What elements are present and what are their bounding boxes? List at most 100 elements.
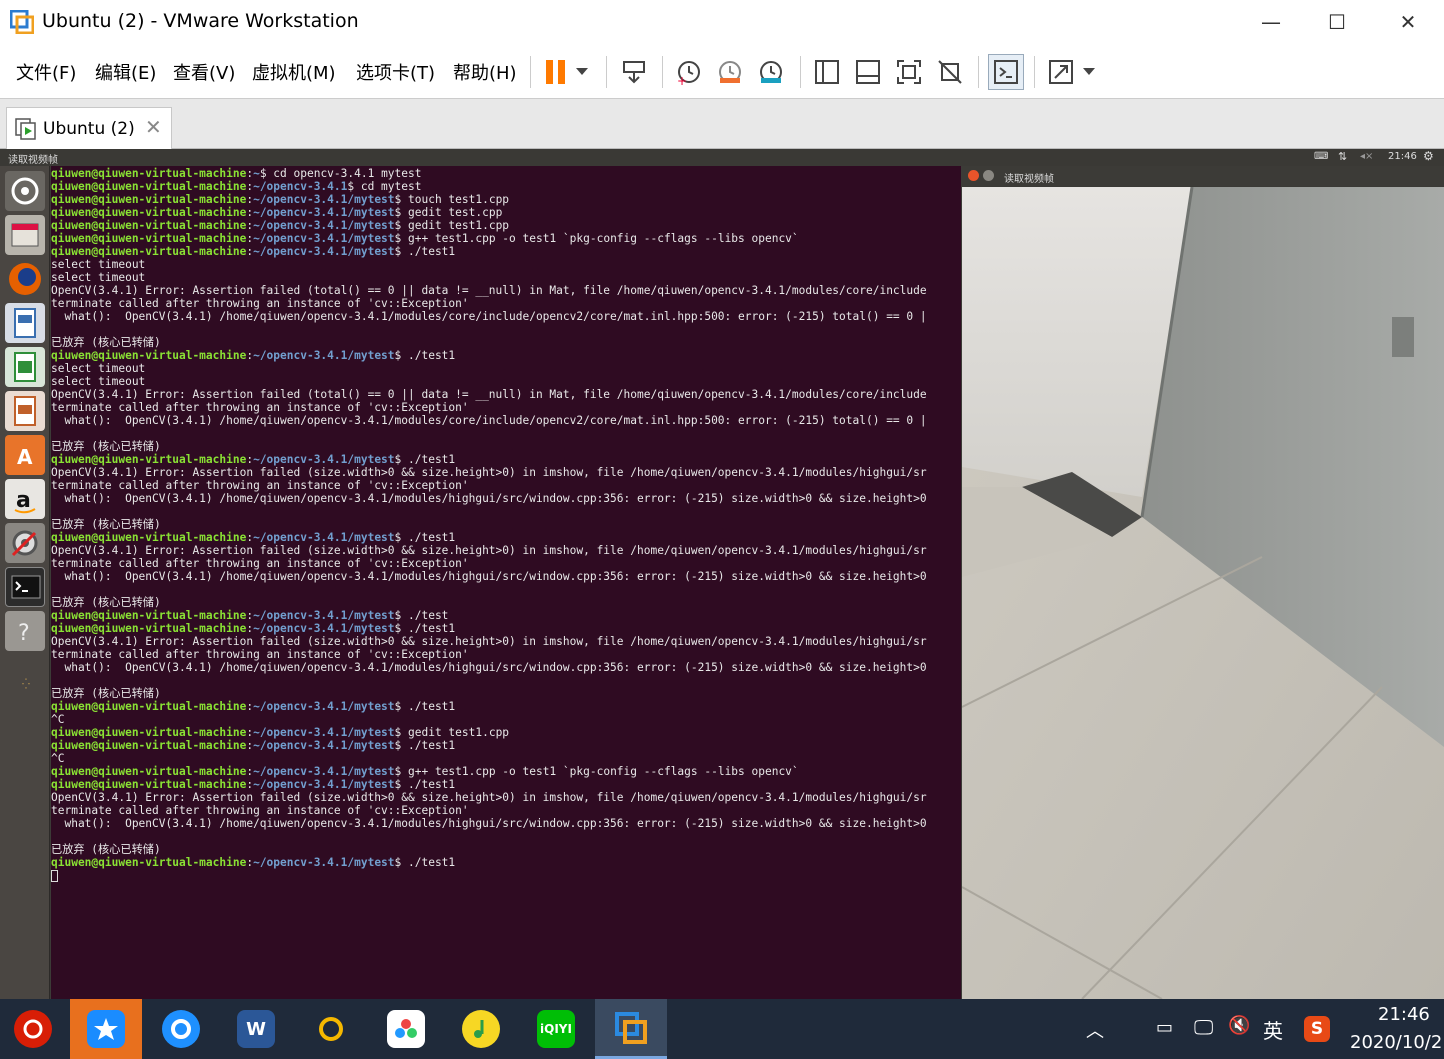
- pause-button[interactable]: [540, 56, 572, 88]
- star-app-icon: [87, 1010, 125, 1048]
- revert-clock-icon: [719, 61, 741, 83]
- unity-launcher: A a ? ⁛: [0, 166, 50, 999]
- toolbar-separator: [662, 56, 663, 88]
- pause-icon: [546, 60, 565, 84]
- snapshot-manager-icon: [760, 61, 782, 83]
- input-method-indicator[interactable]: 英: [1263, 1015, 1283, 1044]
- ubuntu-top-panel: 读取视频帧 ⌨ ⇅ ◂× 21:46 ⚙: [0, 149, 1444, 166]
- taskbar-baidu-netdisk[interactable]: [370, 999, 442, 1059]
- taskbar-word[interactable]: W: [220, 999, 292, 1059]
- power-dropdown-button[interactable]: [570, 56, 594, 88]
- show-library-button[interactable]: [811, 56, 843, 88]
- taskbar-yellow-app[interactable]: [295, 999, 367, 1059]
- amazon-icon[interactable]: a: [5, 479, 45, 519]
- show-hidden-icons-chevron[interactable]: ︿: [1086, 1017, 1104, 1043]
- qq-music-icon: [462, 1010, 500, 1048]
- network-monitor-icon[interactable]: 🖵: [1194, 1015, 1213, 1039]
- menu-vm[interactable]: 虚拟机(M): [252, 59, 336, 85]
- netease-music-icon: [14, 1010, 52, 1048]
- window-titlebar: Ubuntu (2) - VMware Workstation — ☐ ✕: [0, 0, 1444, 44]
- toolbar-separator: [800, 56, 801, 88]
- clock-text[interactable]: 21:46: [1388, 151, 1417, 162]
- library-panel-icon: [815, 60, 839, 84]
- vm-tabbar: Ubuntu (2) ✕: [0, 99, 1444, 149]
- video-window-titlebar: 读取视频帧: [962, 166, 1444, 186]
- revert-snapshot-button[interactable]: [714, 56, 746, 88]
- system-settings-icon[interactable]: [5, 523, 45, 563]
- taskbar-starred-app[interactable]: [70, 999, 142, 1059]
- window-close-icon[interactable]: [968, 170, 979, 181]
- terminal-icon[interactable]: [5, 567, 45, 607]
- window-title: Ubuntu (2) - VMware Workstation: [42, 10, 359, 32]
- files-manager-icon[interactable]: [5, 215, 45, 255]
- help-icon[interactable]: ?: [5, 611, 45, 651]
- terminal-output[interactable]: qiuwen@qiuwen-virtual-machine:~$ cd open…: [51, 166, 961, 999]
- guest-display[interactable]: 读取视频帧 ⌨ ⇅ ◂× 21:46 ⚙ A a ? ⁛ qiuwen@qiuw…: [0, 149, 1444, 999]
- full-screen-button[interactable]: [893, 56, 925, 88]
- console-view-button[interactable]: [988, 54, 1024, 90]
- volume-muted-icon[interactable]: ◂×: [1360, 151, 1373, 162]
- word-icon: W: [237, 1010, 275, 1048]
- ubuntu-software-icon[interactable]: A: [5, 435, 45, 475]
- menu-file[interactable]: 文件(F): [16, 59, 76, 85]
- stretch-dropdown-button[interactable]: [1077, 56, 1101, 88]
- full-screen-icon: [897, 60, 921, 84]
- vmware-icon: [612, 1009, 650, 1047]
- taskbar-iqiyi[interactable]: iQIYI: [520, 999, 592, 1059]
- libreoffice-writer-icon[interactable]: [5, 303, 45, 343]
- yellow-spiral-icon: [312, 1010, 350, 1048]
- keyboard-network-icon: [623, 61, 645, 84]
- taskbar-clock-time[interactable]: 21:46: [1378, 1004, 1430, 1025]
- browser-q-icon: [162, 1010, 200, 1048]
- taskbar-browser[interactable]: [145, 999, 217, 1059]
- libreoffice-impress-icon[interactable]: [5, 391, 45, 431]
- stretch-guest-button[interactable]: [1045, 56, 1077, 88]
- keyboard-icon[interactable]: ⌨: [1314, 151, 1328, 162]
- thumbnail-panel-icon: [856, 60, 880, 84]
- taskbar-clock-date[interactable]: 2020/10/2: [1350, 1032, 1442, 1053]
- terminal-cursor: [51, 870, 58, 882]
- chevron-down-icon: [1083, 68, 1095, 75]
- camera-frame-image: [962, 187, 1444, 999]
- maximize-icon[interactable]: ☐: [1322, 8, 1352, 36]
- video-frame-window[interactable]: 读取视频帧: [962, 166, 1444, 999]
- toolbar-separator: [606, 56, 607, 88]
- menu-help[interactable]: 帮助(H): [453, 59, 517, 85]
- sogou-input-icon[interactable]: S: [1304, 1016, 1330, 1042]
- battery-plug-icon[interactable]: ▭: [1156, 1017, 1173, 1038]
- menu-view[interactable]: 查看(V): [173, 59, 235, 85]
- snapshot-button[interactable]: +: [673, 56, 705, 88]
- taskbar-netease-music[interactable]: [0, 999, 66, 1059]
- terminal-console-icon: [994, 60, 1018, 84]
- unity-mode-icon: [938, 60, 962, 84]
- chevron-down-icon: [576, 68, 588, 75]
- firefox-icon[interactable]: [5, 259, 45, 299]
- taskbar-qq-music[interactable]: [445, 999, 517, 1059]
- unity-mode-button[interactable]: [934, 56, 966, 88]
- stretch-arrows-icon: [1049, 60, 1073, 84]
- close-icon[interactable]: ✕: [1393, 8, 1423, 36]
- window-minimize-icon[interactable]: [983, 170, 994, 181]
- dash-home-icon[interactable]: [5, 171, 45, 211]
- active-window-title: 读取视频帧: [8, 155, 58, 166]
- windows-taskbar: W iQIYI ︿ ▭ 🖵 🔇 英 S 21:46 2020/10/2: [0, 999, 1444, 1059]
- show-thumbnails-button[interactable]: [852, 56, 884, 88]
- minimize-icon[interactable]: —: [1256, 8, 1286, 36]
- toolbar-separator: [1034, 56, 1035, 88]
- snapshot-manager-button[interactable]: [755, 56, 787, 88]
- menubar: 文件(F) 编辑(E) 查看(V) 虚拟机(M) 选项卡(T) 帮助(H) +: [0, 44, 1444, 99]
- tab-close-icon[interactable]: ✕: [145, 115, 162, 139]
- taskbar-vmware[interactable]: [595, 999, 667, 1059]
- tab-ubuntu-2[interactable]: Ubuntu (2) ✕: [6, 107, 172, 149]
- system-gear-icon[interactable]: ⚙: [1423, 149, 1434, 163]
- svg-text:?: ?: [18, 621, 30, 646]
- menu-edit[interactable]: 编辑(E): [95, 59, 156, 85]
- volume-mute-icon[interactable]: 🔇: [1228, 1015, 1250, 1036]
- send-ctrl-alt-del-button[interactable]: [618, 56, 650, 88]
- menu-tabs[interactable]: 选项卡(T): [356, 59, 435, 85]
- network-icon[interactable]: ⇅: [1338, 150, 1347, 163]
- workspace-dots-icon[interactable]: ⁛: [22, 679, 30, 690]
- iqiyi-icon: iQIYI: [537, 1010, 575, 1048]
- libreoffice-calc-icon[interactable]: [5, 347, 45, 387]
- toolbar-separator: [530, 56, 531, 88]
